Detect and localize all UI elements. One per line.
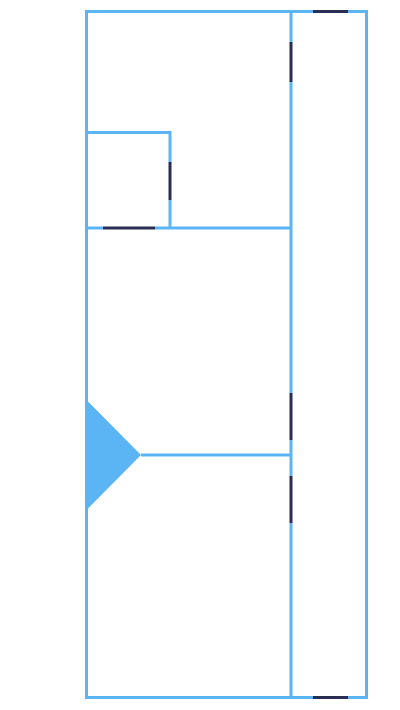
outer-wall [85,10,368,699]
entrance-arrow-icon [86,400,141,510]
closet-wall [86,131,172,228]
floor-plan-diagram [85,10,368,699]
